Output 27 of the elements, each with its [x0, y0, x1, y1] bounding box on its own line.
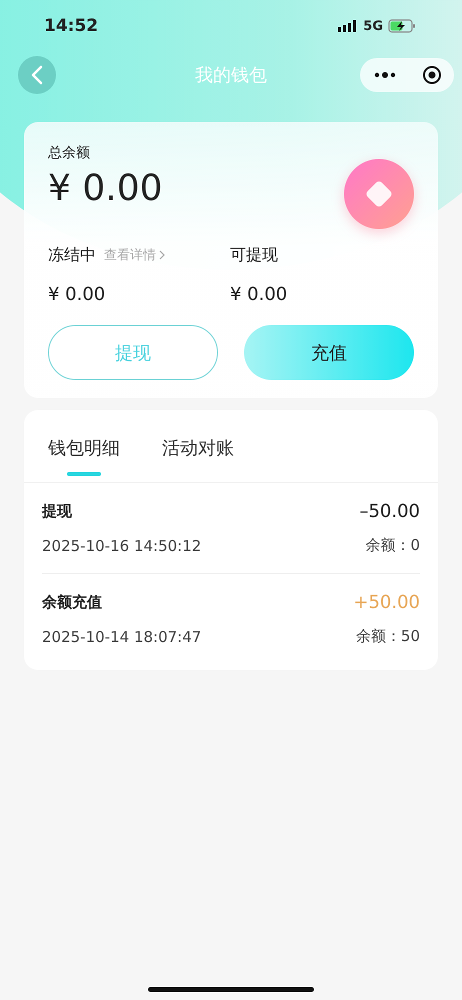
record-balance: 余额：0 [365, 536, 420, 555]
recharge-button[interactable]: 充值 [244, 325, 414, 380]
record-title: 提现 [42, 502, 72, 521]
coin-icon [343, 158, 415, 230]
frozen-amount: ¥ 0.00 [48, 284, 106, 305]
more-icon[interactable] [374, 71, 396, 79]
record-title: 余额充值 [42, 593, 102, 612]
battery-charging-icon [388, 19, 416, 33]
page-title: 我的钱包 [195, 64, 267, 87]
tab[interactable]: 钱包明细 [48, 436, 120, 482]
status-time: 14:52 [44, 16, 98, 36]
network-label: 5G [363, 18, 383, 34]
signal-icon [338, 20, 358, 32]
balance-label: 总余额 [48, 144, 91, 162]
record-time: 2025-10-14 18:07:47 [42, 628, 202, 646]
back-icon [30, 65, 44, 85]
record-amount: +50.00 [353, 592, 420, 613]
close-target-icon[interactable] [422, 65, 442, 85]
record-time: 2025-10-16 14:50:12 [42, 536, 202, 554]
chevron-icon [159, 250, 165, 260]
record-balance: 余额：50 [356, 627, 420, 646]
tab[interactable]: 活动对账 [162, 436, 234, 482]
withdrawable-amount: ¥ 0.00 [230, 284, 288, 305]
record-amount: –50.00 [359, 501, 420, 522]
balance-amount: ¥ 0.00 [48, 168, 163, 209]
frozen-label: 冻结中 [48, 244, 96, 266]
withdrawable-label: 可提现 [230, 244, 278, 266]
